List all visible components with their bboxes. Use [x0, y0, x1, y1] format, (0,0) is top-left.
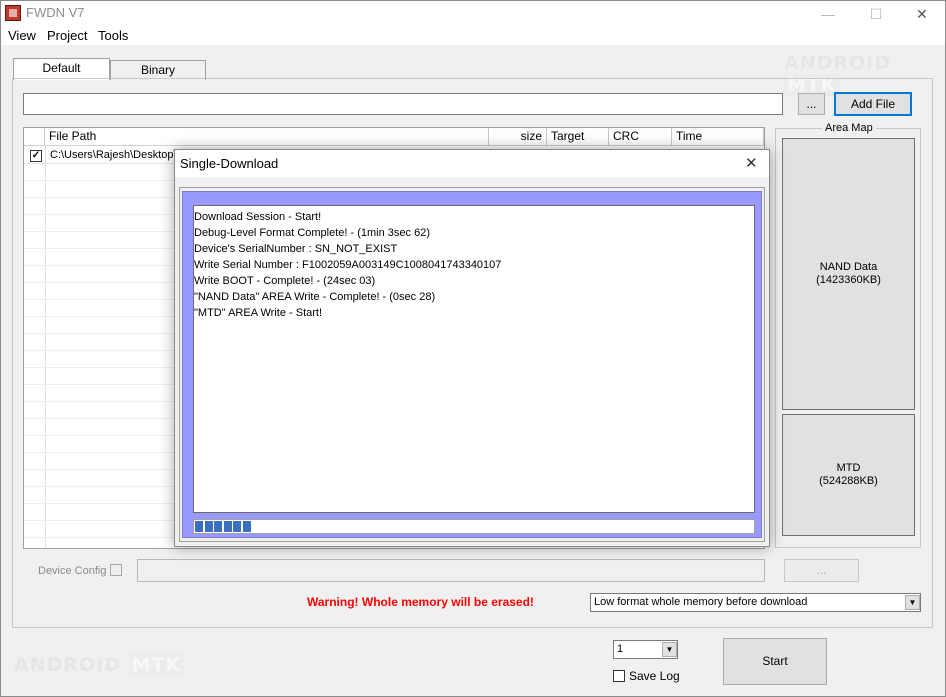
log-line: Write BOOT - Complete! - (24sec 03) — [194, 275, 376, 287]
download-progress-bar — [193, 519, 755, 534]
maximize-button[interactable]: ☐ — [861, 3, 891, 25]
save-log-checkbox[interactable] — [613, 670, 625, 682]
log-line: "NAND Data" AREA Write - Complete! - (0s… — [194, 291, 436, 303]
chevron-down-icon[interactable]: ▼ — [662, 642, 677, 657]
progress-segment — [195, 521, 203, 532]
watermark-bottom: ANDROID MTK — [14, 654, 185, 676]
app-icon — [5, 5, 21, 21]
col-size[interactable]: size — [489, 128, 547, 145]
window-title: FWDN V7 — [26, 5, 85, 20]
tab-binary[interactable]: Binary — [110, 60, 206, 80]
log-line: Device's SerialNumber : SN_NOT_EXIST — [194, 243, 398, 255]
watermark-bottom-part2: MTK — [128, 654, 185, 676]
area-block-mtd-name: MTD — [836, 462, 861, 474]
watermark-top-part1: ANDROID — [784, 52, 892, 74]
log-text-area[interactable]: Download Session - Start! Debug-Level Fo… — [193, 205, 755, 513]
progress-segment — [214, 521, 223, 532]
chevron-down-icon[interactable]: ▼ — [905, 595, 920, 610]
dialog-close-button[interactable]: ✕ — [745, 154, 758, 172]
tab-default[interactable]: Default — [13, 58, 110, 80]
menu-tools[interactable]: Tools — [98, 28, 128, 43]
device-config-browse-button[interactable]: ... — [784, 559, 859, 582]
count-value: 1 — [617, 643, 624, 655]
log-line: "MTD" AREA Write - Start! — [194, 307, 323, 319]
log-line: Write Serial Number : F1002059A003149C10… — [194, 259, 502, 271]
single-download-dialog: Single-Download ✕ Download Session - Sta… — [174, 149, 770, 547]
progress-segment — [243, 521, 251, 532]
browse-button[interactable]: ... — [798, 93, 825, 115]
area-block-nand-name: NAND Data — [819, 261, 878, 273]
area-block-mtd[interactable]: MTD (524288KB) — [782, 414, 915, 536]
close-button[interactable]: ✕ — [907, 3, 937, 25]
minimize-button[interactable]: — — [813, 3, 843, 25]
progress-segment — [223, 521, 232, 532]
device-config-label: Device Config — [38, 565, 107, 577]
save-log-label: Save Log — [629, 669, 680, 683]
table-header: File Path size Target CRC Time — [24, 128, 764, 146]
device-config-checkbox[interactable] — [110, 564, 122, 576]
progress-segment — [204, 521, 213, 532]
menu-view[interactable]: View — [8, 28, 36, 43]
col-time[interactable]: Time — [672, 128, 764, 145]
start-button[interactable]: Start — [723, 638, 827, 685]
area-block-nand-size: (1423360KB) — [816, 274, 881, 286]
dialog-title-bar: Single-Download ✕ — [175, 150, 769, 177]
format-mode-select[interactable]: Low format whole memory before download … — [590, 593, 921, 612]
progress-segment — [233, 521, 242, 532]
col-file-path[interactable]: File Path — [45, 128, 489, 145]
area-block-nand-data[interactable]: NAND Data (1423360KB) — [782, 138, 915, 410]
title-bar: FWDN V7 — ☐ ✕ — [1, 1, 945, 25]
area-block-mtd-size: (524288KB) — [819, 475, 878, 487]
format-mode-value: Low format whole memory before download — [594, 596, 808, 608]
log-line: Download Session - Start! — [194, 211, 322, 223]
log-line: Debug-Level Format Complete! - (1min 3se… — [194, 227, 430, 239]
dialog-title: Single-Download — [180, 156, 279, 171]
col-check-header — [24, 128, 45, 145]
warning-text: Warning! Whole memory will be erased! — [307, 595, 534, 609]
col-crc[interactable]: CRC — [609, 128, 672, 145]
menu-project[interactable]: Project — [47, 28, 87, 43]
watermark-bottom-part1: ANDROID — [14, 654, 122, 676]
area-map-title: Area Map — [822, 122, 876, 134]
file-path-input[interactable] — [23, 93, 783, 115]
log-frame: Download Session - Start! Debug-Level Fo… — [182, 191, 762, 538]
device-config-input[interactable] — [137, 559, 765, 582]
col-target[interactable]: Target — [547, 128, 609, 145]
menu-bar — [1, 25, 945, 45]
add-file-button[interactable]: Add File — [834, 92, 912, 116]
count-select[interactable]: 1 ▼ — [613, 640, 678, 659]
row-file-path: C:\Users\Rajesh\Desktop\ — [50, 149, 177, 161]
row-checkbox[interactable]: ✓ — [30, 150, 42, 162]
